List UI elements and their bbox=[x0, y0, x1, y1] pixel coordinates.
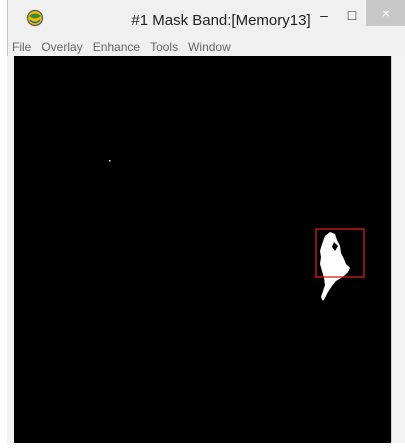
menu-enhance[interactable]: Enhance bbox=[88, 38, 145, 56]
menu-file[interactable]: File bbox=[8, 38, 36, 56]
menu-overlay[interactable]: Overlay bbox=[36, 38, 87, 56]
maximize-icon: □ bbox=[347, 7, 357, 23]
close-icon: × bbox=[381, 5, 391, 21]
mask-image bbox=[14, 56, 391, 443]
title-bar[interactable]: #1 Mask Band:[Memory13] – □ × bbox=[8, 0, 405, 38]
window-left-border bbox=[7, 56, 14, 443]
image-display-canvas[interactable] bbox=[14, 56, 391, 443]
close-button[interactable]: × bbox=[366, 0, 405, 26]
minimize-button[interactable]: – bbox=[310, 2, 338, 28]
menu-bar: File Overlay Enhance Tools Window bbox=[8, 38, 405, 56]
menu-tools[interactable]: Tools bbox=[145, 38, 183, 56]
window-right-border[interactable] bbox=[391, 56, 405, 443]
minimize-icon: – bbox=[320, 7, 328, 23]
maximize-button[interactable]: □ bbox=[338, 2, 366, 28]
mask-speck bbox=[109, 160, 111, 162]
menu-window[interactable]: Window bbox=[183, 38, 236, 56]
